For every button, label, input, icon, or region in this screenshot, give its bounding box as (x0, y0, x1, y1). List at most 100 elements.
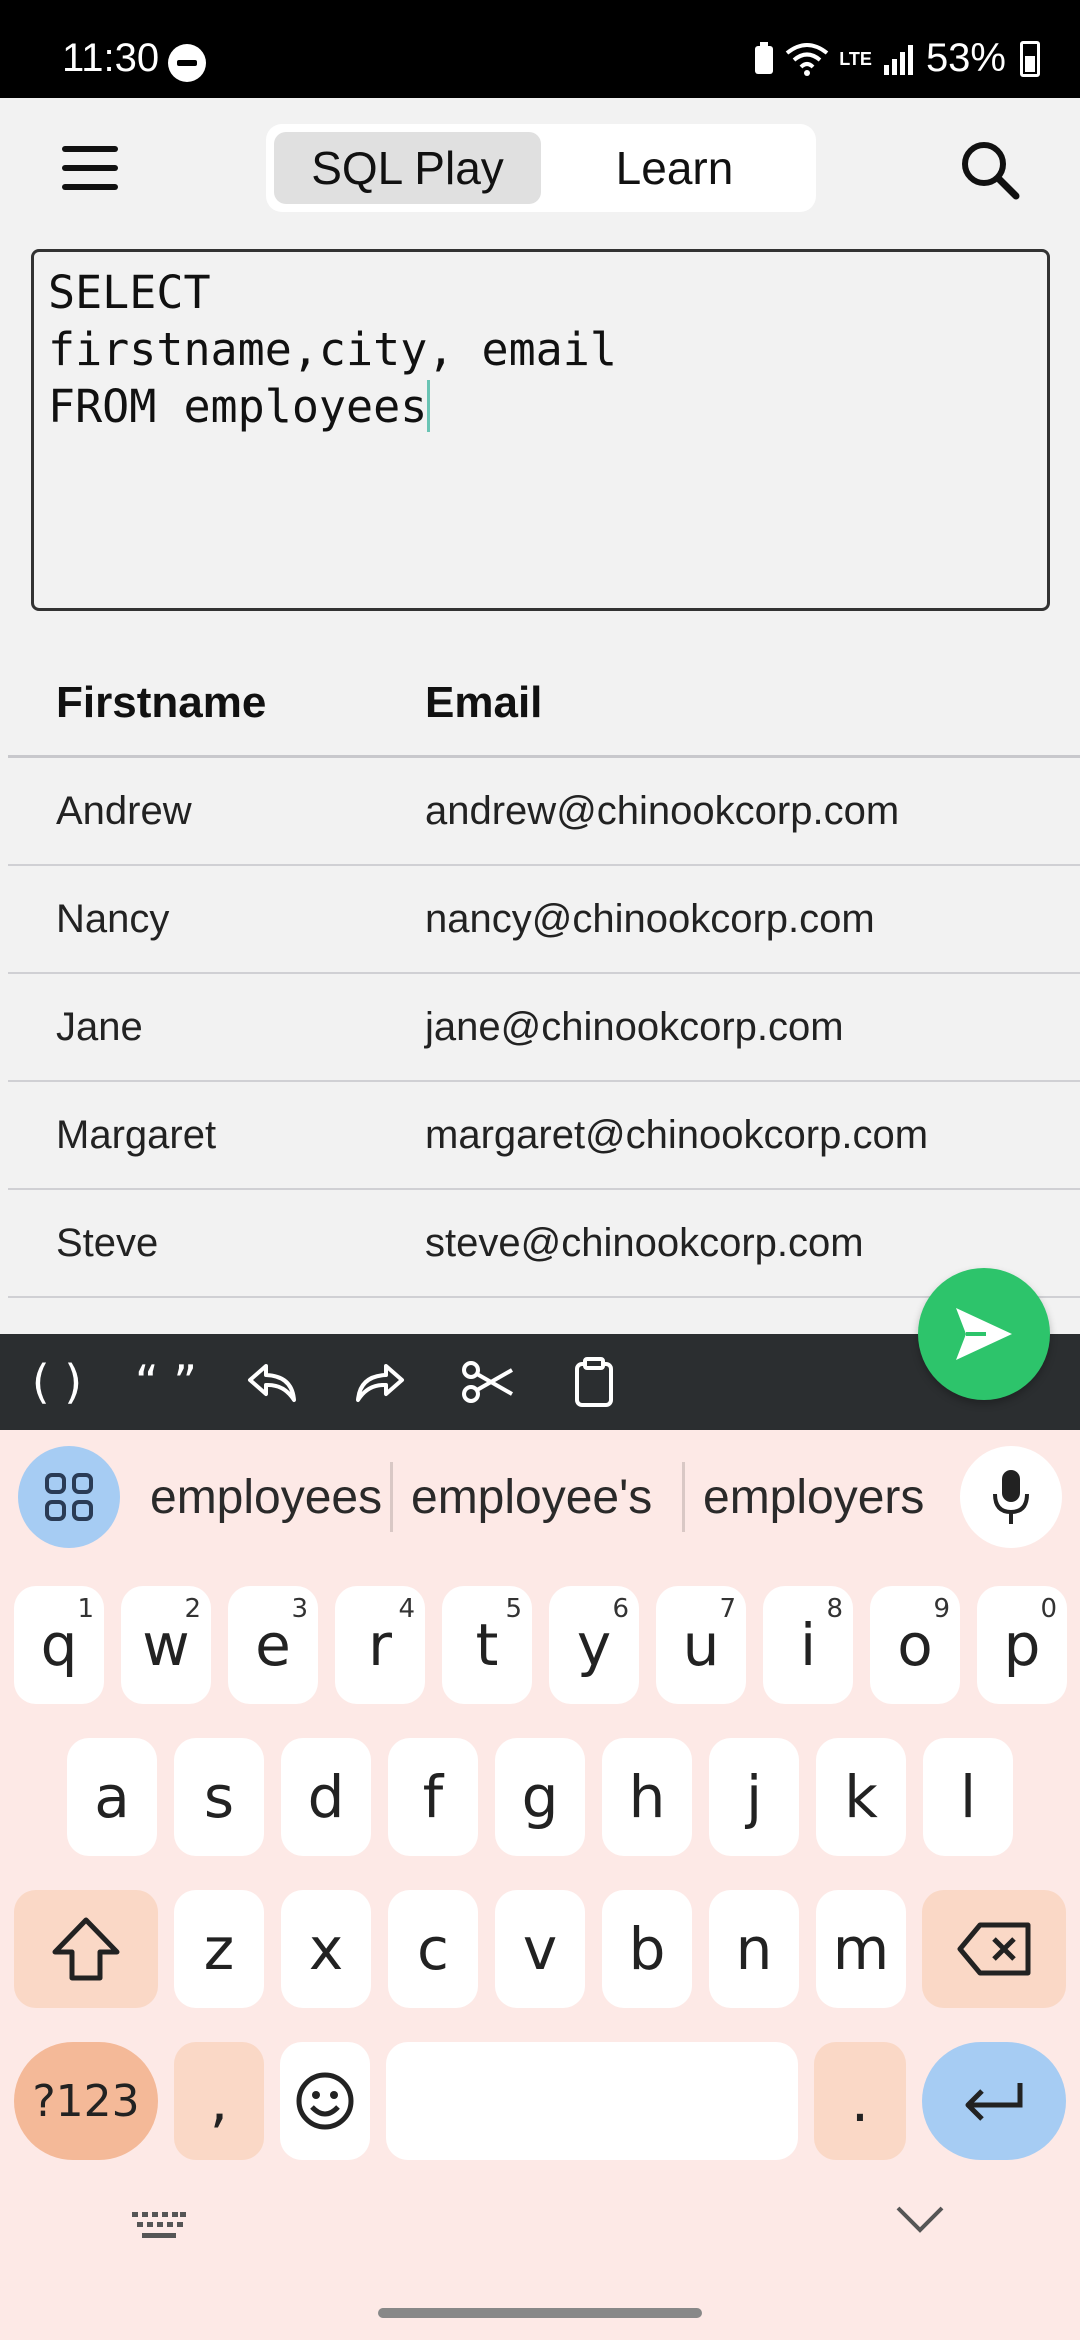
key-a[interactable]: a (67, 1738, 157, 1856)
key-label: o (897, 1611, 933, 1679)
suggestion-2[interactable]: employee's (411, 1470, 652, 1525)
key-w[interactable]: w2 (121, 1586, 211, 1704)
backspace-key[interactable] (922, 1890, 1066, 2008)
grid-icon (45, 1473, 93, 1521)
key-x[interactable]: x (281, 1890, 371, 2008)
editor-line: SELECT (48, 266, 211, 319)
key-label: q (40, 1611, 78, 1679)
enter-key[interactable] (922, 2042, 1066, 2160)
table-row[interactable]: Nancy nancy@chinookcorp.com (8, 866, 1080, 974)
home-indicator[interactable] (378, 2308, 702, 2318)
cell-email: margaret@chinookcorp.com (425, 1112, 929, 1157)
key-o[interactable]: o9 (870, 1586, 960, 1704)
tab-sql-play[interactable]: SQL Play (274, 132, 541, 204)
key-c[interactable]: c (388, 1890, 478, 2008)
key-number-hint: 0 (1040, 1594, 1057, 1624)
table-row[interactable]: Margaret margaret@chinookcorp.com (8, 1082, 1080, 1190)
emoji-icon (296, 2072, 354, 2130)
comma-key[interactable]: , (174, 2042, 264, 2160)
key-f[interactable]: f (388, 1738, 478, 1856)
column-header-email: Email (425, 677, 543, 727)
insert-parens-button[interactable]: ( ) (22, 1334, 92, 1430)
key-s[interactable]: s (174, 1738, 264, 1856)
key-number-hint: 7 (719, 1594, 736, 1624)
key-n[interactable]: n (709, 1890, 799, 2008)
undo-button[interactable] (242, 1334, 302, 1430)
run-query-button[interactable] (918, 1268, 1050, 1400)
soft-keyboard: employees employee's employers q1w2e3r4t… (0, 1430, 1080, 2340)
key-label: w (142, 1611, 190, 1679)
key-p[interactable]: p0 (977, 1586, 1067, 1704)
key-number-hint: 4 (398, 1594, 415, 1624)
tab-learn[interactable]: Learn (541, 132, 808, 204)
editor-line: firstname,city, email (48, 323, 617, 376)
key-t[interactable]: t5 (442, 1586, 532, 1704)
suggestion-bar: employees employee's employers (0, 1430, 1080, 1570)
keyboard-switch-button[interactable] (130, 2210, 188, 2249)
emoji-key[interactable] (280, 2042, 370, 2160)
send-icon (956, 1308, 1012, 1360)
menu-icon[interactable] (62, 146, 118, 190)
search-icon[interactable] (958, 138, 1022, 202)
key-m[interactable]: m (816, 1890, 906, 2008)
table-row[interactable]: Steve steve@chinookcorp.com (8, 1190, 1080, 1298)
cell-email: nancy@chinookcorp.com (425, 896, 875, 941)
insert-quotes-button[interactable]: “ ” (128, 1334, 204, 1430)
key-b[interactable]: b (602, 1890, 692, 2008)
app-bar: SQL Play Learn (0, 98, 1080, 248)
period-key[interactable]: . (814, 2042, 906, 2160)
cut-button[interactable] (458, 1334, 518, 1430)
key-number-hint: 5 (505, 1594, 522, 1624)
enter-icon (965, 2083, 1023, 2121)
key-l[interactable]: l (923, 1738, 1013, 1856)
battery-icon (1020, 40, 1040, 77)
keyboard-icon (132, 2212, 186, 2238)
cell-firstname: Steve (56, 1220, 159, 1265)
chevron-down-icon (896, 2206, 944, 2233)
paste-button[interactable] (566, 1334, 622, 1430)
cell-email: jane@chinookcorp.com (425, 1004, 844, 1049)
symbols-key[interactable]: ?123 (14, 2042, 158, 2160)
key-label: p (1003, 1611, 1041, 1679)
voice-input-button[interactable] (960, 1446, 1062, 1548)
cell-firstname: Andrew (56, 788, 192, 833)
key-y[interactable]: y6 (549, 1586, 639, 1704)
key-i[interactable]: i8 (763, 1586, 853, 1704)
key-number-hint: 6 (612, 1594, 629, 1624)
key-h[interactable]: h (602, 1738, 692, 1856)
key-g[interactable]: g (495, 1738, 585, 1856)
editor-line-text: FROM employees (48, 380, 428, 433)
cell-email: andrew@chinookcorp.com (425, 788, 900, 833)
wifi-icon (786, 42, 829, 76)
key-label: i (799, 1611, 817, 1679)
key-label: y (576, 1611, 612, 1679)
table-row[interactable]: Jane jane@chinookcorp.com (8, 974, 1080, 1082)
key-e[interactable]: e3 (228, 1586, 318, 1704)
suggestion-3[interactable]: employers (703, 1470, 924, 1525)
key-d[interactable]: d (281, 1738, 371, 1856)
battery-percent: 53% (925, 36, 1006, 80)
suggestion-1[interactable]: employees (150, 1470, 382, 1525)
key-q[interactable]: q1 (14, 1586, 104, 1704)
key-j[interactable]: j (709, 1738, 799, 1856)
cell-firstname: Nancy (56, 896, 170, 941)
key-v[interactable]: v (495, 1890, 585, 2008)
key-u[interactable]: u7 (656, 1586, 746, 1704)
shift-key[interactable] (14, 1890, 158, 2008)
hide-keyboard-button[interactable] (894, 2202, 946, 2241)
editor-toolbar: ( ) “ ” (0, 1334, 1080, 1430)
key-z[interactable]: z (174, 1890, 264, 2008)
keyboard-apps-button[interactable] (18, 1446, 120, 1548)
volte-icon: LTE (839, 48, 872, 69)
undo-icon (248, 1364, 296, 1402)
backspace-icon (957, 1922, 1031, 1976)
redo-button[interactable] (350, 1334, 410, 1430)
key-k[interactable]: k (816, 1738, 906, 1856)
table-row[interactable]: Andrew andrew@chinookcorp.com (8, 758, 1080, 866)
space-key[interactable] (386, 2042, 798, 2160)
suggestion-divider (682, 1462, 685, 1532)
status-bar: 11:30 LTE 53% (0, 0, 1080, 98)
key-r[interactable]: r4 (335, 1586, 425, 1704)
sql-editor[interactable]: SELECT firstname,city, email FROM employ… (31, 249, 1050, 611)
column-header-firstname: Firstname (56, 677, 267, 727)
